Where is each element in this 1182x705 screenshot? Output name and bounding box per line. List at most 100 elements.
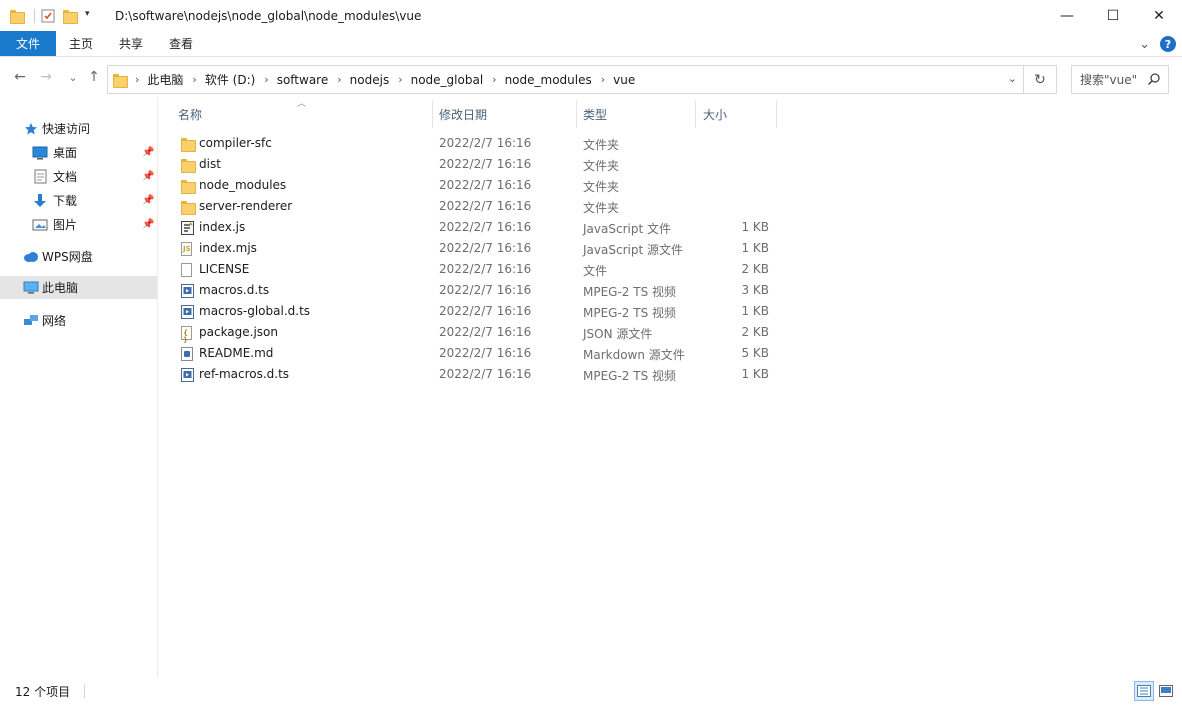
table-row[interactable]: macros-global.d.ts 2022/2/7 16:16 MPEG-2 T…	[160, 301, 780, 322]
table-row[interactable]: { } package.json 2022/2/7 16:16 JSON 源文件 2 K…	[160, 322, 780, 344]
ts-video-file-icon	[181, 305, 194, 319]
expand-ribbon-icon[interactable]: ⌄	[1139, 37, 1150, 52]
table-row[interactable]: dist 2022/2/7 16:16 文件夹	[160, 154, 780, 175]
file-name[interactable]: macros.d.ts	[199, 283, 269, 297]
sidebar-item-documents[interactable]: 文档 📌	[32, 165, 158, 188]
file-name[interactable]: LICENSE	[199, 262, 249, 276]
column-header-type[interactable]: 类型	[576, 100, 696, 128]
table-row[interactable]: JS index.mjs 2022/2/7 16:16 JavaScript 源文件 1…	[160, 238, 780, 259]
sidebar-item-pictures[interactable]: 图片 📌	[32, 213, 158, 236]
properties-icon[interactable]	[41, 8, 57, 24]
file-name[interactable]: server-renderer	[199, 199, 292, 213]
breadcrumb-vue[interactable]: vue	[613, 73, 635, 87]
refresh-button[interactable]: ↻	[1024, 65, 1057, 94]
file-date: 2022/2/7 16:16	[439, 346, 532, 360]
customize-toolbar-icon[interactable]: ▾	[85, 9, 101, 25]
file-date: 2022/2/7 16:16	[439, 367, 532, 381]
file-type: 文件夹	[583, 138, 620, 152]
search-placeholder: 搜索"vue"	[1080, 73, 1138, 87]
file-name[interactable]: index.mjs	[199, 241, 257, 255]
table-row[interactable]: README.md 2022/2/7 16:16 Markdown 源文件 5 KB	[160, 343, 780, 364]
tab-home[interactable]: 主页	[56, 31, 106, 56]
sidebar-item-wps[interactable]: WPS网盘	[23, 245, 93, 268]
file-name[interactable]: index.js	[199, 220, 245, 234]
new-folder-icon[interactable]	[63, 8, 79, 24]
breadcrumb-node-modules[interactable]: node_modules	[505, 73, 592, 87]
breadcrumb-this-pc[interactable]: 此电脑	[147, 71, 183, 88]
breadcrumb-separator-icon[interactable]: ›	[492, 73, 496, 86]
column-header-size[interactable]: 大小	[696, 100, 777, 128]
file-name[interactable]: node_modules	[199, 178, 286, 192]
maximize-button[interactable]: ☐	[1090, 0, 1136, 31]
file-date: 2022/2/7 16:16	[439, 136, 532, 150]
breadcrumb-separator-icon[interactable]: ›	[135, 73, 139, 86]
file-name[interactable]: ref-macros.d.ts	[199, 367, 289, 381]
breadcrumb-node-global[interactable]: node_global	[411, 73, 484, 87]
file-size: 1 KB	[741, 220, 769, 234]
file-name[interactable]: package.json	[199, 325, 278, 339]
file-name[interactable]: macros-global.d.ts	[199, 304, 310, 318]
pin-icon[interactable]: 📌	[142, 219, 154, 230]
file-type: MPEG-2 TS 视频	[583, 369, 677, 383]
table-row[interactable]: node_modules 2022/2/7 16:16 文件夹	[160, 175, 780, 196]
breadcrumb-drive-d[interactable]: 软件 (D:)	[205, 71, 255, 88]
pin-icon[interactable]: 📌	[142, 171, 154, 182]
file-date: 2022/2/7 16:16	[439, 304, 532, 318]
tab-view[interactable]: 查看	[156, 31, 206, 56]
file-name[interactable]: compiler-sfc	[199, 136, 272, 150]
details-view-button[interactable]	[1134, 681, 1154, 701]
tab-file[interactable]: 文件	[0, 31, 57, 56]
search-box[interactable]: 搜索"vue"	[1071, 65, 1169, 94]
breadcrumb-separator-icon[interactable]: ›	[264, 73, 268, 86]
search-icon[interactable]	[1147, 72, 1161, 86]
file-type: JSON 源文件	[583, 327, 653, 341]
table-row[interactable]: server-renderer 2022/2/7 16:16 文件夹	[160, 196, 780, 217]
breadcrumb-separator-icon[interactable]: ›	[337, 73, 341, 86]
breadcrumb-software[interactable]: software	[277, 73, 329, 87]
location-folder-icon	[113, 73, 128, 88]
pin-icon[interactable]: 📌	[142, 195, 154, 206]
up-button[interactable]: ↑	[83, 66, 105, 88]
tab-share[interactable]: 共享	[106, 31, 156, 56]
column-header-date[interactable]: 修改日期	[432, 100, 577, 128]
address-bar[interactable]: › 此电脑 › 软件 (D:) › software › nodejs › node_gl…	[107, 65, 1024, 94]
breadcrumb-separator-icon[interactable]: ›	[398, 73, 402, 86]
pin-icon[interactable]: 📌	[142, 147, 154, 158]
sidebar-item-label: 下载	[53, 194, 78, 208]
toolbar-separator	[34, 8, 35, 23]
table-row[interactable]: macros.d.ts 2022/2/7 16:16 MPEG-2 TS 视频 3 K…	[160, 280, 780, 301]
file-date: 2022/2/7 16:16	[439, 157, 532, 171]
table-row[interactable]: index.js 2022/2/7 16:16 JavaScript 文件 1 KB	[160, 217, 780, 238]
table-row[interactable]: ref-macros.d.ts 2022/2/7 16:16 MPEG-2 TS 视…	[160, 364, 780, 385]
breadcrumb-nodejs[interactable]: nodejs	[350, 73, 390, 87]
recent-locations-button[interactable]: ⌄	[62, 66, 84, 88]
json-file-icon: { }	[181, 326, 194, 344]
breadcrumb-separator-icon[interactable]: ›	[601, 73, 605, 86]
sidebar-item-downloads[interactable]: 下载 📌	[32, 189, 158, 212]
sidebar-item-network[interactable]: 网络	[23, 309, 66, 332]
help-icon[interactable]: ?	[1160, 36, 1176, 52]
js-file-icon	[181, 221, 194, 235]
large-icons-view-button[interactable]	[1156, 681, 1176, 701]
details-view-icon	[1137, 685, 1151, 697]
close-button[interactable]: ✕	[1136, 0, 1182, 31]
breadcrumb-separator-icon[interactable]: ›	[192, 73, 196, 86]
sidebar-item-this-pc[interactable]: 此电脑	[0, 276, 157, 299]
sidebar-item-label: 网络	[42, 314, 67, 328]
file-name[interactable]: README.md	[199, 346, 273, 360]
file-date: 2022/2/7 16:16	[439, 220, 532, 234]
file-name[interactable]: dist	[199, 157, 221, 171]
cloud-icon	[23, 249, 39, 265]
window-title: D:\software\nodejs\node_global\node_modu…	[115, 8, 422, 23]
sidebar-item-quick-access[interactable]: 快速访问	[23, 117, 90, 140]
table-row[interactable]: compiler-sfc 2022/2/7 16:16 文件夹	[160, 133, 780, 154]
column-header-name[interactable]: 名称	[171, 100, 433, 128]
back-button[interactable]: ←	[9, 66, 31, 88]
file-type: JavaScript 文件	[583, 222, 671, 236]
sidebar-item-desktop[interactable]: 桌面 📌	[32, 141, 158, 164]
address-dropdown-icon[interactable]: ⌄	[1008, 72, 1017, 85]
table-row[interactable]: LICENSE 2022/2/7 16:16 文件 2 KB	[160, 259, 780, 280]
forward-button[interactable]: →	[35, 66, 57, 88]
file-date: 2022/2/7 16:16	[439, 283, 532, 297]
minimize-button[interactable]: —	[1044, 0, 1090, 31]
